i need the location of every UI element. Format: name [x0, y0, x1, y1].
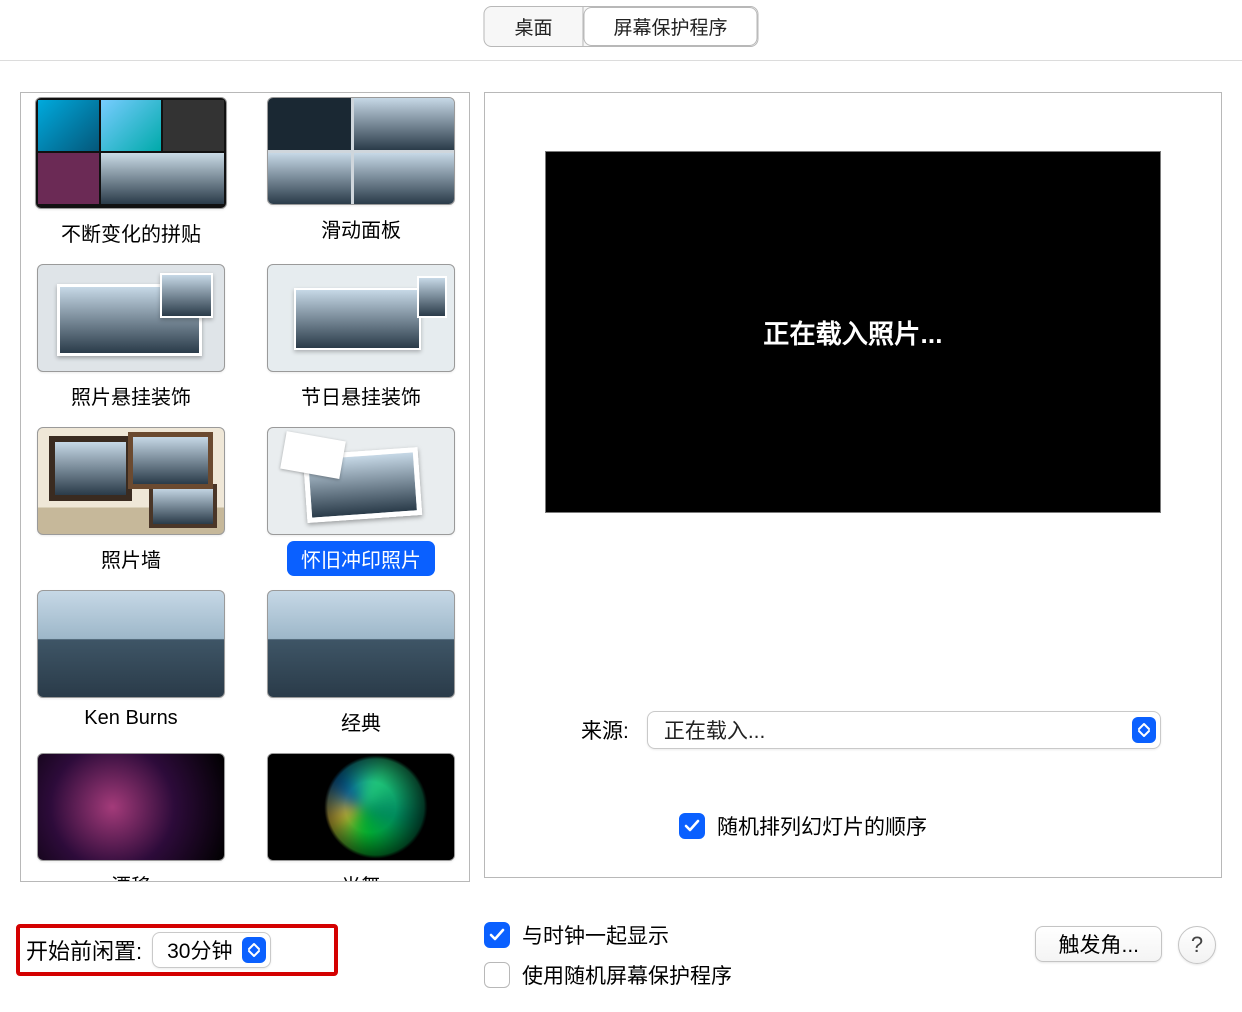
- screensaver-thumb: [37, 753, 225, 861]
- shuffle-label: 随机排列幻灯片的顺序: [717, 811, 927, 841]
- screensaver-item-drift[interactable]: 漂移: [35, 753, 227, 882]
- screensaver-item-classic[interactable]: 经典: [267, 590, 455, 739]
- shuffle-checkbox[interactable]: [679, 813, 705, 839]
- screensaver-item-label: 照片墙: [87, 541, 175, 576]
- check-icon: [684, 819, 700, 833]
- tab-segmented-control: 桌面 屏幕保护程序: [483, 6, 758, 47]
- screensaver-preview: 正在载入照片...: [545, 151, 1161, 513]
- screensaver-item-label: Ken Burns: [70, 704, 191, 733]
- screensaver-item-photo-mobile[interactable]: 照片悬挂装饰: [35, 264, 227, 413]
- screensaver-thumb: [267, 590, 455, 698]
- updown-icon: [242, 937, 266, 963]
- screensaver-item-label: 怀旧冲印照片: [287, 541, 435, 576]
- screensaver-thumb: [35, 97, 227, 209]
- screensaver-item-label: 节日悬挂装饰: [287, 378, 435, 413]
- shuffle-row: 随机排列幻灯片的顺序: [679, 811, 927, 841]
- screensaver-item-vintage-prints[interactable]: 怀旧冲印照片: [267, 427, 455, 576]
- preview-loading-text: 正在载入照片...: [763, 314, 942, 351]
- screensaver-thumb: [37, 590, 225, 698]
- screensaver-item-label: 照片悬挂装饰: [57, 378, 205, 413]
- idle-time-popup[interactable]: 30分钟: [152, 932, 271, 968]
- screensaver-item-sliding-panels[interactable]: 滑动面板: [267, 97, 455, 250]
- check-icon: [489, 928, 505, 942]
- screensaver-item-label: 不断变化的拼贴: [47, 215, 215, 250]
- screensaver-item-label: 滑动面板: [307, 211, 415, 246]
- screensaver-item-photo-wall[interactable]: 照片墙: [35, 427, 227, 576]
- source-popup-value: 正在载入...: [664, 715, 766, 745]
- bottom-right-controls: 与时钟一起显示 使用随机屏幕保护程序 触发角... ?: [484, 920, 1222, 1000]
- screensaver-options-panel: 正在载入照片... 来源: 正在载入... 随机排列幻灯片的顺序: [484, 92, 1222, 878]
- show-clock-checkbox[interactable]: [484, 922, 510, 948]
- screensaver-item-label: 光舞: [327, 867, 395, 882]
- source-popup[interactable]: 正在载入...: [647, 711, 1161, 749]
- screensaver-thumb: [37, 264, 225, 372]
- screensaver-thumb: [267, 753, 455, 861]
- screensaver-list[interactable]: 不断变化的拼贴 滑动面板照片悬挂装饰 节日悬挂装饰照片墙 怀旧冲印照片 Ken Burn…: [20, 92, 470, 882]
- random-saver-label: 使用随机屏幕保护程序: [522, 960, 732, 990]
- screensaver-item-shifting-tiles[interactable]: 不断变化的拼贴: [35, 97, 227, 250]
- header-divider: [0, 60, 1242, 61]
- screensaver-thumb: [267, 97, 455, 205]
- show-clock-label: 与时钟一起显示: [522, 920, 669, 950]
- screensaver-item-label: 漂移: [97, 867, 165, 882]
- help-button[interactable]: ?: [1178, 926, 1216, 964]
- tab-screensaver[interactable]: 屏幕保护程序: [584, 7, 758, 46]
- source-row: 来源: 正在载入...: [581, 711, 1161, 749]
- random-saver-checkbox[interactable]: [484, 962, 510, 988]
- random-saver-row: 使用随机屏幕保护程序: [484, 960, 1222, 990]
- screensaver-item-flurry[interactable]: 光舞: [267, 753, 455, 882]
- screensaver-item-holiday-mobile[interactable]: 节日悬挂装饰: [267, 264, 455, 413]
- screensaver-thumb: [37, 427, 225, 535]
- hot-corners-button[interactable]: 触发角...: [1035, 926, 1162, 962]
- screensaver-item-label: 经典: [327, 704, 395, 739]
- idle-time-value: 30分钟: [167, 935, 232, 965]
- idle-time-label: 开始前闲置:: [26, 934, 142, 966]
- screensaver-thumb: [267, 427, 455, 535]
- screensaver-item-ken-burns[interactable]: Ken Burns: [35, 590, 227, 739]
- source-label: 来源:: [581, 715, 629, 745]
- screensaver-thumb: [267, 264, 455, 372]
- screensaver-prefs-window: 桌面 屏幕保护程序 不断变化的拼贴 滑动面板照片悬挂装饰 节日悬挂装饰照片墙 怀旧冲印…: [0, 0, 1242, 1012]
- bottom-bar: 开始前闲置: 30分钟 与时钟一起显示 使用随机屏幕保护程序 触发角...: [0, 912, 1242, 986]
- updown-icon: [1132, 717, 1156, 743]
- tab-desktop[interactable]: 桌面: [484, 7, 582, 46]
- idle-time-highlight: 开始前闲置: 30分钟: [16, 924, 338, 976]
